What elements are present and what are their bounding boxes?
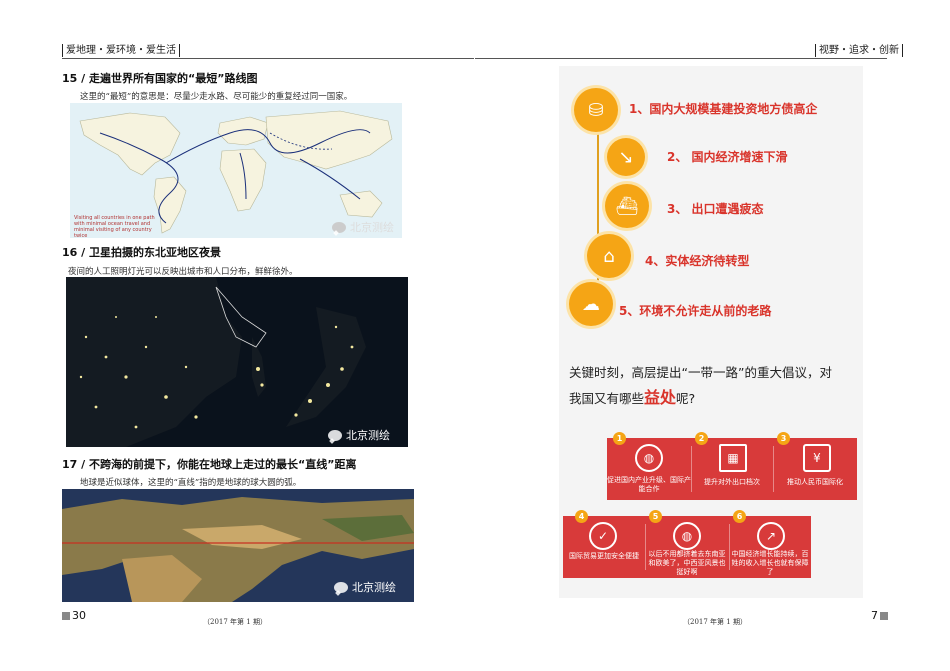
benefit-label: 以后不用都挤着去东南亚和欧美了，中西亚风景也挺好啊	[648, 550, 726, 576]
benefit-number: 2	[695, 432, 708, 445]
watermark-text: 北京测绘	[346, 429, 390, 442]
page-number-text: 30	[72, 609, 86, 622]
section-17-title: 17 / 不跨海的前提下，你能在地球上走过的最长“直线”距离	[62, 458, 357, 471]
question-end: 呢?	[676, 391, 696, 406]
yuan-house-icon: ¥	[803, 444, 831, 472]
eurasia-watermark: 北京测绘	[334, 579, 396, 595]
question-text: 我国又有哪些	[569, 391, 645, 406]
smog-icon: ☁	[569, 282, 613, 326]
right-header: 视野・追求・创新	[815, 44, 903, 57]
factory-icon: ⌂	[587, 234, 631, 278]
chart-down-icon: ↘	[607, 138, 645, 176]
stack-coins-icon: ⛁	[574, 88, 618, 132]
step-4-label: 4、实体经济待转型	[645, 254, 750, 268]
benefit-label: 提升对外出口档次	[704, 478, 760, 486]
left-issue-label: （2017 年第 1 期）	[203, 618, 267, 626]
benefit-number: 5	[649, 510, 662, 523]
wechat-icon	[332, 221, 346, 233]
benefit-2: 2 ▦ 提升对外出口档次	[691, 432, 773, 500]
wechat-icon	[334, 581, 348, 593]
left-header-rule	[62, 58, 474, 59]
night-lights-graphic	[66, 277, 408, 447]
right-header-rule	[475, 58, 887, 59]
benefit-3: 3 ¥ 推动人民币国际化	[773, 432, 857, 500]
shield-check-icon: ✓	[589, 522, 617, 550]
step-2-label: 2、 国内经济增速下滑	[667, 150, 788, 164]
section-17-desc: 地球是近似球体，这里的“直线”指的是地球的球大圆的弧。	[80, 478, 302, 488]
right-issue-label: （2017 年第 1 期）	[683, 618, 747, 626]
globe-icon: ◍	[673, 522, 701, 550]
question-line-1: 关键时刻，高层提出“一带一路”的重大倡议，对	[569, 365, 832, 380]
benefit-number: 3	[777, 432, 790, 445]
left-header: 爱地理・爱环境・爱生活	[62, 44, 180, 57]
cargo-ship-icon: ⛴	[605, 184, 649, 228]
question-line-2: 我国又有哪些益处呢?	[569, 384, 695, 408]
page-marker-square	[62, 611, 70, 620]
night-watermark: 北京测绘	[328, 427, 390, 443]
section-16-title: 16 / 卫星拍摄的东北亚地区夜景	[62, 246, 221, 259]
watermark-text: 北京测绘	[352, 581, 396, 594]
map-caption: Visiting all countries in one path with …	[74, 215, 155, 238]
section-15-title: 15 / 走遍世界所有国家的“最短”路线图	[62, 72, 258, 85]
page-number-text: 7	[871, 609, 878, 622]
page-marker-square	[880, 611, 888, 620]
benefits-band-2: 4 ✓ 国际贸易更加安全便捷 5 ◍ 以后不用都挤着去东南亚和欧美了，中西亚风景…	[563, 510, 811, 578]
benefit-6: 6 ↗ 中国经济增长能持续，百姓的收入增长也就有保障了	[729, 510, 811, 578]
benefit-4: 4 ✓ 国际贸易更加安全便捷	[563, 510, 645, 578]
wechat-icon	[328, 429, 342, 441]
night-satellite-image: 北京测绘	[66, 277, 408, 447]
longest-line-satellite-image: 北京测绘	[62, 489, 414, 602]
infographic-panel: ⛁ 1、国内大规模基建投资地方债高企 ↘ 2、 国内经济增速下滑 ⛴ 3、 出口…	[559, 66, 863, 598]
globe-icon: ◍	[635, 444, 663, 472]
benefit-label: 推动人民币国际化	[787, 478, 843, 486]
step-3-label: 3、 出口遭遇疲态	[667, 202, 764, 216]
warehouse-icon: ▦	[719, 444, 747, 472]
section-16-desc: 夜间的人工照明灯光可以反映出城市和人口分布，鲜鲜徐外。	[68, 267, 298, 277]
benefit-1: 1 ◍ 促进国内产业升级、国际产能合作	[607, 432, 691, 500]
benefits-band-1: 1 ◍ 促进国内产业升级、国际产能合作 2 ▦ 提升对外出口档次 3 ¥ 推动人…	[607, 432, 857, 500]
growth-chart-icon: ↗	[757, 522, 785, 550]
benefit-5: 5 ◍ 以后不用都挤着去东南亚和欧美了，中西亚风景也挺好啊	[645, 510, 729, 578]
right-page-number: 7	[871, 609, 888, 622]
left-page-number: 30	[62, 609, 86, 622]
watermark-text: 北京测绘	[350, 221, 394, 234]
question-highlight: 益处	[644, 388, 677, 407]
benefit-label: 国际贸易更加安全便捷	[569, 552, 639, 560]
benefit-label: 中国经济增长能持续，百姓的收入增长也就有保障了	[731, 550, 809, 576]
left-page: 爱地理・爱环境・爱生活 15 / 走遍世界所有国家的“最短”路线图 这里的“最短…	[0, 0, 475, 671]
benefit-number: 4	[575, 510, 588, 523]
benefit-number: 1	[613, 432, 626, 445]
map-watermark: 北京测绘	[332, 219, 394, 235]
right-page: 视野・追求・创新 ⛁ 1、国内大规模基建投资地方债高企 ↘ 2、 国内经济增速下…	[475, 0, 950, 671]
benefit-number: 6	[733, 510, 746, 523]
world-route-map: Visiting all countries in one path with …	[70, 103, 402, 238]
section-15-desc: 这里的“最短”的意思是：尽量少走水路、尽可能少的重复经过同一国家。	[80, 92, 353, 102]
benefit-label: 促进国内产业升级、国际产能合作	[607, 476, 691, 493]
step-5-label: 5、环境不允许走从前的老路	[619, 304, 772, 318]
step-1-label: 1、国内大规模基建投资地方债高企	[629, 102, 818, 116]
